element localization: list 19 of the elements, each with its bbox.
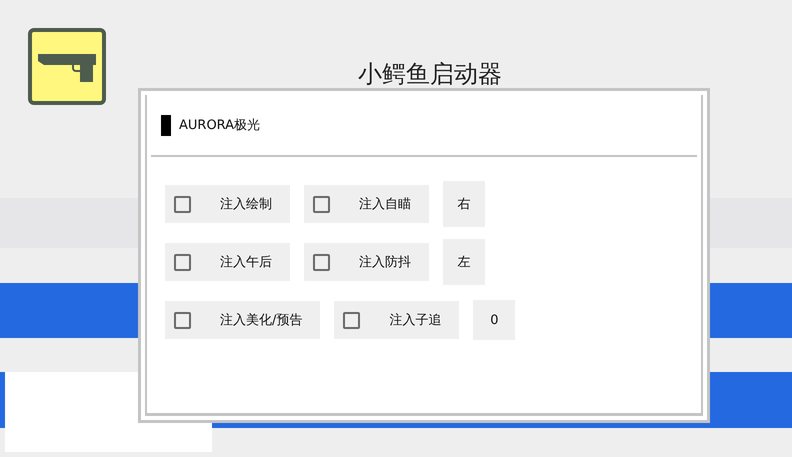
checkbox-option[interactable]: 注入防抖 [304, 243, 429, 281]
checkbox-option[interactable]: 注入午后 [165, 243, 290, 281]
dialog-header: AURORA极光 [179, 117, 260, 134]
checkbox[interactable] [343, 312, 360, 328]
value-button[interactable]: 0 [473, 300, 516, 340]
app-title: 小鳄鱼启动器 [357, 59, 503, 90]
pistol-icon [28, 28, 106, 105]
checkbox-option[interactable]: 注入绘制 [165, 185, 290, 223]
value-button[interactable]: 左 [443, 239, 485, 285]
checkbox-option[interactable]: 注入自瞄 [304, 185, 429, 223]
checkbox[interactable] [174, 312, 191, 328]
checkbox[interactable] [174, 254, 191, 270]
checkbox[interactable] [174, 196, 191, 212]
checkbox-option[interactable]: 注入美化/预告 [165, 301, 320, 339]
checkbox[interactable] [313, 196, 330, 212]
checkbox[interactable] [313, 254, 330, 270]
checkbox-option[interactable]: 注入子追 [334, 301, 460, 339]
header-marker [161, 114, 171, 136]
value-button[interactable]: 右 [443, 181, 485, 227]
